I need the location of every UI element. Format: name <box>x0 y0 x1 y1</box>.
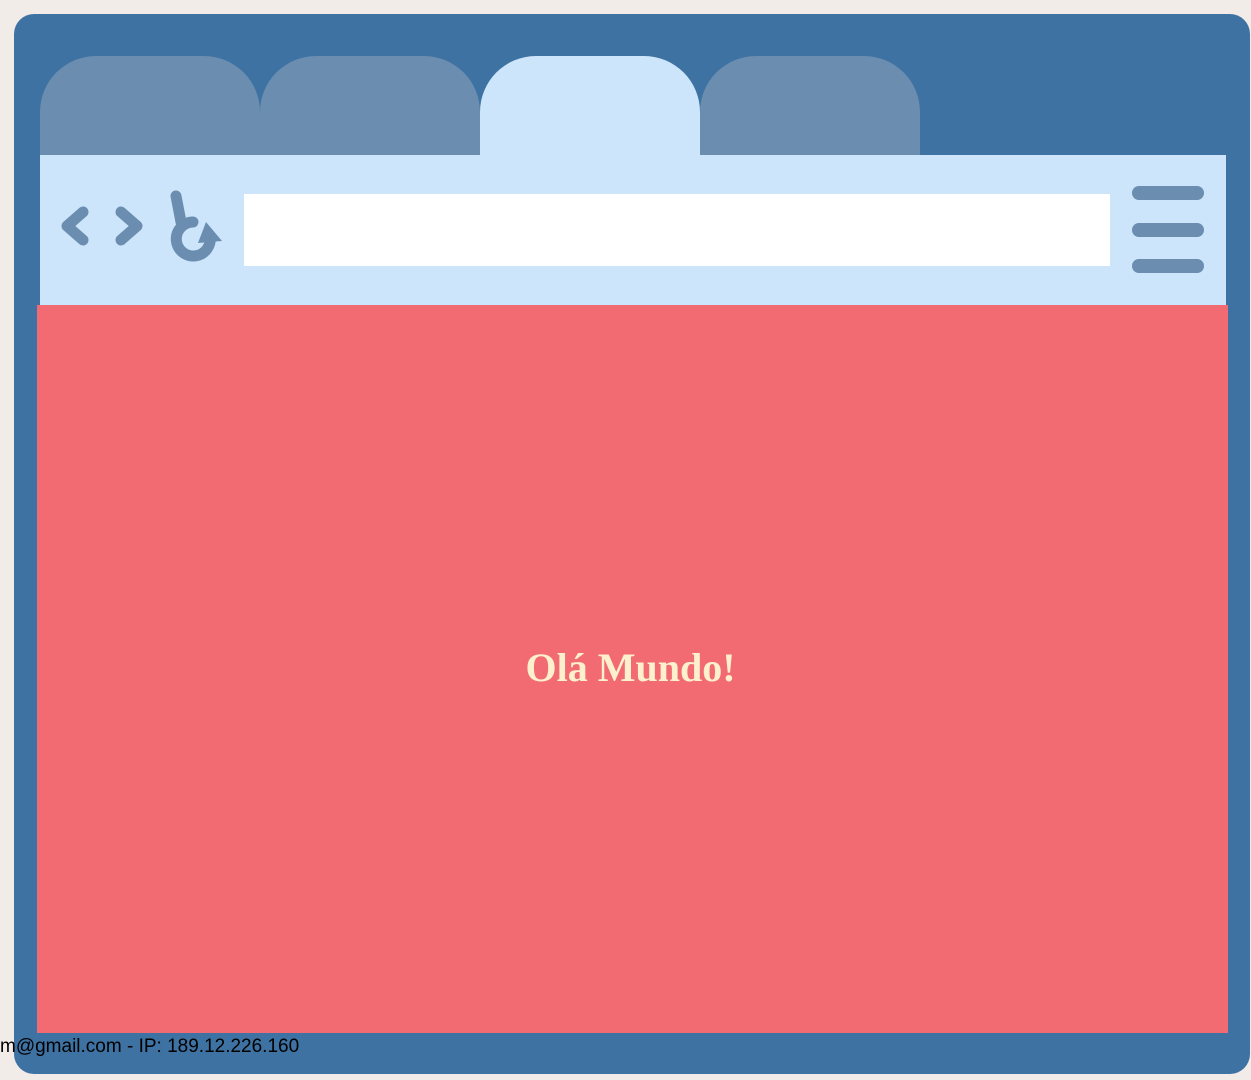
hamburger-menu-icon[interactable] <box>1130 184 1206 276</box>
address-bar-input[interactable] <box>244 194 1110 266</box>
menu-bar-bottom <box>1132 259 1204 273</box>
navigation-controls <box>61 190 222 262</box>
page-heading: Olá Mundo! <box>525 644 736 690</box>
menu-bar-middle <box>1132 223 1204 237</box>
browser-tab-4[interactable] <box>700 56 920 156</box>
watermark-text: m@gmail.com - IP: 189.12.226.160 <box>0 1036 300 1057</box>
forward-icon[interactable] <box>115 206 143 246</box>
browser-tab-active[interactable] <box>480 56 700 156</box>
back-icon[interactable] <box>61 206 89 246</box>
browser-tab-1[interactable] <box>40 56 260 156</box>
screenshot-stage: Olá Mundo! m@gmail.com - IP: 189.12.226.… <box>0 0 1251 1080</box>
page-content-area: Olá Mundo! <box>37 305 1228 1033</box>
browser-tab-2[interactable] <box>260 56 480 156</box>
menu-bar-top <box>1132 186 1204 200</box>
reload-icon[interactable] <box>170 190 222 262</box>
